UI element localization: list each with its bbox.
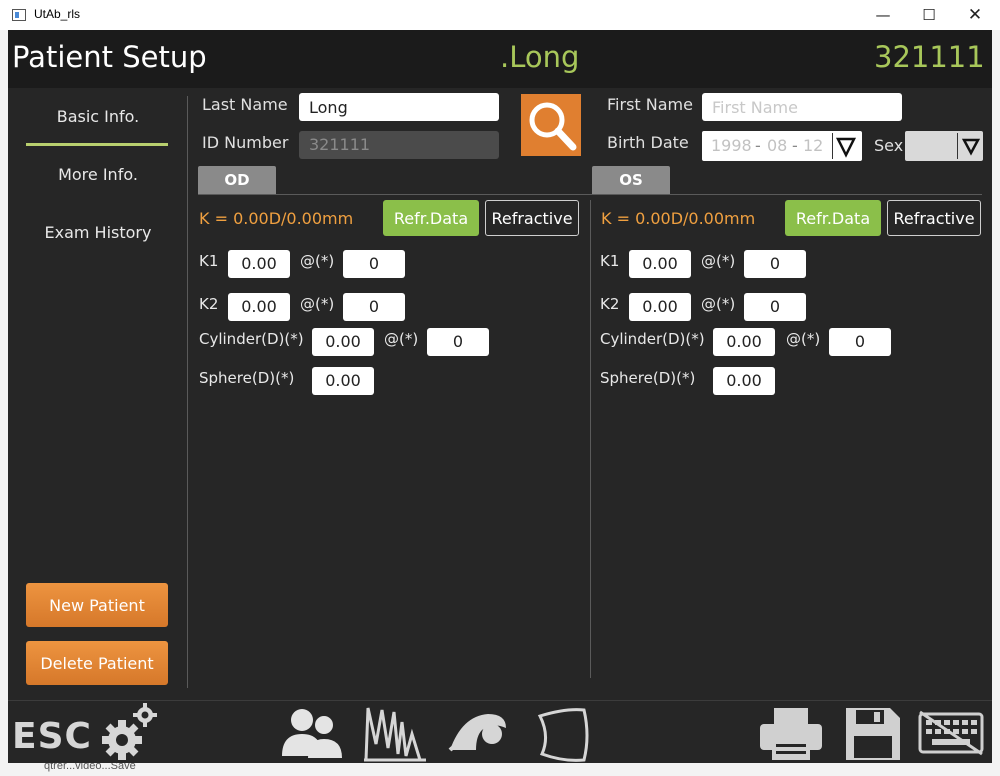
od-k1-input[interactable]: 0.00	[228, 250, 290, 278]
first-name-input[interactable]	[702, 93, 902, 121]
os-k2-axis-label: @(*)	[701, 295, 736, 313]
birth-date-label: Birth Date	[607, 133, 689, 152]
od-sphere-input[interactable]: 0.00	[312, 367, 374, 395]
close-button[interactable]: ✕	[952, 0, 998, 30]
chevron-down-icon	[961, 138, 981, 156]
os-cylinder-axis-input[interactable]: 0	[829, 328, 891, 356]
keyboard-icon[interactable]	[918, 710, 984, 756]
birth-date-picker[interactable]: 1998 - 08 - 12	[702, 131, 862, 161]
delete-patient-button[interactable]: Delete Patient	[26, 641, 168, 685]
sidebar-active-indicator	[26, 143, 168, 146]
os-k-readout: K = 0.00D/0.00mm	[601, 209, 756, 228]
od-refr-data-button[interactable]: Refr.Data	[383, 200, 479, 236]
od-refractive-button[interactable]: Refractive	[485, 200, 579, 236]
od-cylinder-label: Cylinder(D)(*)	[199, 330, 304, 348]
os-k2-axis-input[interactable]: 0	[744, 293, 806, 321]
sex-select[interactable]	[905, 131, 983, 161]
birth-month[interactable]: 08	[767, 136, 787, 155]
app-window: Patient Setup .Long 321111 Basic Info. M…	[8, 30, 992, 764]
window-title: UtAb_rls	[34, 7, 81, 21]
os-cylinder-axis-label: @(*)	[786, 330, 821, 348]
od-cylinder-input[interactable]: 0.00	[312, 328, 374, 356]
os-refr-data-button[interactable]: Refr.Data	[785, 200, 881, 236]
os-k1-input[interactable]: 0.00	[629, 250, 691, 278]
od-k1-label: K1	[199, 252, 219, 270]
date-dropdown-arrow[interactable]	[832, 133, 858, 159]
birth-year[interactable]: 1998	[711, 136, 752, 155]
search-icon	[529, 102, 577, 151]
eye-icon[interactable]	[448, 710, 508, 760]
os-cylinder-label: Cylinder(D)(*)	[600, 330, 705, 348]
id-number-field: 321111	[299, 131, 499, 159]
save-icon[interactable]	[844, 706, 902, 762]
tab-os[interactable]: OS	[592, 166, 670, 194]
od-k2-label: K2	[199, 295, 219, 313]
esc-button[interactable]: ESC	[12, 716, 92, 757]
last-name-input[interactable]	[299, 93, 499, 121]
sex-dropdown-arrow[interactable]	[957, 133, 983, 159]
maximize-button[interactable]: ☐	[906, 0, 952, 30]
first-name-label: First Name	[607, 95, 693, 114]
date-separator: -	[792, 136, 798, 155]
waveform-icon[interactable]	[364, 704, 426, 762]
od-k-readout: K = 0.00D/0.00mm	[199, 209, 354, 228]
os-k1-label: K1	[600, 252, 620, 270]
od-sphere-label: Sphere(D)(*)	[199, 369, 295, 387]
background-window-bottom	[0, 762, 1000, 776]
background-window-right	[992, 30, 1000, 776]
os-sphere-input[interactable]: 0.00	[713, 367, 775, 395]
new-patient-button[interactable]: New Patient	[26, 583, 168, 627]
cornea-icon[interactable]	[534, 706, 592, 764]
chevron-down-icon	[835, 137, 857, 158]
od-k1-axis-input[interactable]: 0	[343, 250, 405, 278]
page-title: Patient Setup	[12, 40, 207, 74]
os-refractive-button[interactable]: Refractive	[887, 200, 981, 236]
od-k1-axis-label: @(*)	[300, 252, 335, 270]
window-titlebar	[0, 0, 1000, 31]
os-sphere-label: Sphere(D)(*)	[600, 369, 696, 387]
od-cylinder-axis-input[interactable]: 0	[427, 328, 489, 356]
patients-icon[interactable]	[282, 706, 346, 758]
sidebar-divider	[187, 96, 188, 688]
tabs-baseline	[198, 194, 982, 195]
last-name-label: Last Name	[202, 95, 288, 114]
od-k2-axis-label: @(*)	[300, 295, 335, 313]
os-cylinder-input[interactable]: 0.00	[713, 328, 775, 356]
date-separator: -	[755, 136, 761, 155]
search-patient-button[interactable]	[521, 94, 581, 156]
background-window-left	[0, 30, 8, 776]
sex-label: Sex	[874, 136, 904, 155]
sidebar-item-exam-history[interactable]: Exam History	[26, 223, 170, 242]
sidebar-item-basic-info[interactable]: Basic Info.	[26, 107, 170, 126]
sidebar-item-more-info[interactable]: More Info.	[26, 165, 170, 184]
eye-divider	[590, 200, 591, 678]
id-number-label: ID Number	[202, 133, 289, 152]
birth-day[interactable]: 12	[803, 136, 823, 155]
os-k1-axis-label: @(*)	[701, 252, 736, 270]
od-k2-input[interactable]: 0.00	[228, 293, 290, 321]
os-k2-label: K2	[600, 295, 620, 313]
minimize-button[interactable]: —	[860, 0, 906, 30]
patient-id-display: 321111	[874, 40, 985, 74]
od-cylinder-axis-label: @(*)	[384, 330, 419, 348]
app-icon	[12, 9, 26, 21]
tab-od[interactable]: OD	[198, 166, 276, 194]
od-k2-axis-input[interactable]: 0	[343, 293, 405, 321]
patient-name-display: .Long	[500, 40, 580, 74]
os-k1-axis-input[interactable]: 0	[744, 250, 806, 278]
gear-icon[interactable]	[100, 702, 160, 762]
printer-icon[interactable]	[758, 706, 824, 762]
os-k2-input[interactable]: 0.00	[629, 293, 691, 321]
